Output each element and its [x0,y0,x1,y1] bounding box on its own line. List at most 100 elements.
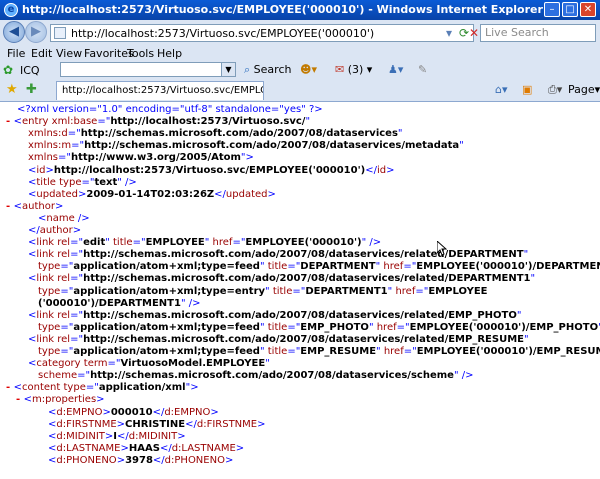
xml-token: d:EMPNO [164,406,211,418]
xml-token: scheme [38,370,78,382]
xml-token: > [116,454,126,466]
xml-token: title [267,346,288,357]
xml-token: </ [117,430,129,442]
xml-token: " [397,128,403,140]
xml-token: " [516,309,522,321]
magnifier-icon: ⌕ [244,63,251,76]
xml-token: EMPLOYEE [428,285,488,297]
menu-tools[interactable]: Tools [127,47,154,60]
xml-token: " /> [180,297,201,309]
xml-line: type="application/atom+xml;type=entry" t… [38,286,488,298]
feeds-icon[interactable]: ▣ [522,83,532,96]
menu-help[interactable]: Help [157,47,182,60]
xml-token: rel [57,309,71,321]
xml-token: =" [60,285,74,297]
xml-line[interactable]: - <entry xml:base="http://localhost:2573… [6,116,310,128]
xml-token: =" [287,321,301,333]
xml-token: http://www.w3.org/2005/Atom [70,152,241,164]
xml-token: xmlns:m [28,140,72,152]
xml-token: VirtuosoModel.EMPLOYEE [120,358,266,370]
xml-token: =" [415,285,429,297]
icq-count: (3) [347,63,364,76]
xml-token: </ [185,418,197,430]
xml-token: rel [57,273,71,285]
icq-label[interactable]: ICQ [20,64,40,77]
page-menu[interactable]: Page▾ [568,83,600,96]
xml-token: title [272,285,293,297]
print-icon[interactable]: ⎙▾ [548,83,562,97]
xml-token: content [22,382,61,394]
favorites-star-icon[interactable]: ★ [6,82,18,97]
xml-token: http://localhost:2573/Virtuoso.svc/ [110,116,306,128]
xml-line: <link rel="edit" title="EMPLOYEE" href="… [28,237,381,249]
forward-button[interactable]: ▶ [25,21,47,43]
user-icon[interactable]: ♟▾ [388,63,403,76]
xml-token: d:PHONENO [164,454,225,466]
collapse-toggle[interactable]: - [6,382,14,393]
icq-message-count[interactable]: ✉ (3) ▾ [335,63,372,76]
xml-line[interactable]: - <author> [6,201,63,213]
collapse-toggle[interactable]: - [6,201,14,212]
icq-search-input[interactable]: ▼ [60,62,236,77]
smiley-icon[interactable]: ☻▾ [300,63,317,76]
close-button[interactable]: ✕ [580,2,596,17]
icq-toolbar: ✿ ICQ ▼ ⌕ Search ☻▾ ✉ (3) ▾ ♟▾ ✎ [0,62,600,78]
xml-line: scheme="http://schemas.microsoft.com/ado… [38,370,473,382]
xml-token: =" [58,152,71,164]
collapse-toggle[interactable]: - [6,116,14,127]
xml-line[interactable]: - <m:properties> [16,394,105,406]
xml-token: </ [365,164,377,176]
xml-token: =" [70,273,84,285]
window-title: http://localhost:2573/Virtuoso.svc/EMPLO… [22,3,543,16]
xml-token: =" [60,261,74,273]
address-bar[interactable]: http://localhost:2573/Virtuoso.svc/EMPLO… [50,24,474,42]
xml-token: > [45,164,54,176]
xml-token: m:properties [32,394,97,406]
xml-token: href [383,346,404,357]
icq-flower-icon: ✿ [3,63,14,77]
xml-token: " [105,237,114,249]
page-icon [54,27,66,39]
menu-edit[interactable]: Edit [31,47,52,60]
xml-token: application/atom+xml;type=feed [73,346,260,357]
xml-line: type="application/atom+xml;type=feed" ti… [38,322,600,334]
xml-token: " [459,140,464,152]
menu-view[interactable]: View [56,47,82,60]
search-input[interactable]: Live Search [480,24,596,42]
mouse-cursor-icon [437,241,447,256]
minimize-button[interactable]: – [544,2,560,17]
xml-token: xmlns:d [28,128,68,140]
collapse-toggle[interactable]: - [16,394,24,405]
xml-token: " [523,333,529,345]
menu-file[interactable]: File [7,47,25,60]
xml-token: link [36,333,55,345]
tab-current[interactable]: http://localhost:2573/Virtuoso.svc/EMPLO… [56,81,264,100]
xml-token: </ [159,442,172,454]
icq-search-button[interactable]: ⌕ Search [244,63,291,77]
xml-token: href [383,261,404,273]
maximize-button[interactable]: □ [562,2,578,17]
xml-token: EMPLOYEE('000010') [245,237,362,249]
add-favorites-icon[interactable]: ✚ [26,82,37,97]
back-button[interactable]: ◀ [3,21,25,43]
xml-token: http://localhost:2573/Virtuoso.svc/EMPLO… [53,164,366,176]
xml-token: d:MIDINIT [56,430,105,442]
xml-token: href [395,285,416,297]
pencil-icon[interactable]: ✎ [418,63,427,76]
xml-token: type [38,261,61,273]
xml-token: " [259,321,268,333]
xml-token: type [38,321,61,333]
icq-search-label: Search [253,63,292,76]
xml-token: "> [185,382,199,394]
xml-token: > [210,406,219,418]
xml-line: <d:LASTNAME>HAAS</d:LASTNAME> [48,443,244,455]
xml-token: =" [70,237,84,249]
browser-chrome: e http://localhost:2573/Virtuoso.svc/EMP… [0,0,600,102]
xml-line[interactable]: - <content type="application/xml"> [6,382,199,394]
xml-token: =" [403,261,417,273]
xml-line: type="application/atom+xml;type=feed" ti… [38,346,600,358]
xml-token: category [36,358,81,370]
xml-token: =" [292,285,306,297]
home-icon[interactable]: ⌂▾ [495,83,508,96]
xml-token: > [72,225,82,236]
